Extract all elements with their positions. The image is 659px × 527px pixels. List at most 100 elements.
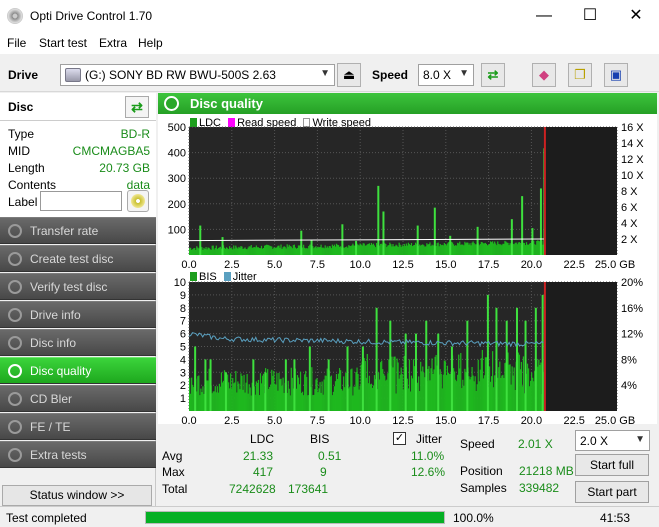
refresh-icon: ⇄ bbox=[487, 67, 499, 82]
menu-start-test[interactable]: Start test bbox=[39, 36, 87, 50]
ldc-bar bbox=[337, 245, 340, 255]
status-window-button[interactable]: Status window >> bbox=[2, 485, 152, 506]
bis-bar bbox=[364, 361, 366, 411]
nav-item-verify-test-disc[interactable]: Verify test disc bbox=[0, 273, 156, 300]
nav-item-cd-bler[interactable]: CD Bler bbox=[0, 385, 156, 412]
nav-item-drive-info[interactable]: Drive info bbox=[0, 301, 156, 328]
ldc-bar bbox=[373, 245, 376, 255]
menu-extra[interactable]: Extra bbox=[99, 36, 127, 50]
bis-bar bbox=[430, 368, 432, 411]
bis-bar bbox=[222, 380, 225, 411]
nav-item-label: FE / TE bbox=[30, 420, 71, 434]
ldc-bar bbox=[370, 242, 373, 255]
ldc-spike bbox=[355, 240, 358, 255]
refresh-speed-button[interactable]: ⇄ bbox=[481, 63, 505, 87]
ldc-bar bbox=[501, 245, 503, 255]
bis-bar bbox=[406, 378, 408, 411]
maximize-button[interactable]: ☐ bbox=[567, 0, 613, 32]
bis-spike bbox=[293, 359, 296, 411]
ldc-bar bbox=[507, 242, 509, 255]
nav-item-extra-tests[interactable]: Extra tests bbox=[0, 441, 156, 468]
bis-bar bbox=[396, 358, 398, 411]
refresh-disc-button[interactable]: ⇄ bbox=[125, 96, 149, 118]
ldc-bar bbox=[324, 245, 326, 255]
test-speed-select[interactable]: 2.0 X ▼ bbox=[575, 430, 650, 451]
jitter-checkbox[interactable]: ✓ bbox=[393, 432, 406, 445]
ldc-bar bbox=[536, 241, 538, 255]
bis-bar bbox=[439, 369, 441, 411]
bis-bar bbox=[214, 386, 216, 411]
menu-file[interactable]: File bbox=[7, 36, 26, 50]
ldc-bar bbox=[358, 245, 360, 255]
bis-bar bbox=[192, 385, 194, 411]
nav-item-create-test-disc[interactable]: Create test disc bbox=[0, 245, 156, 272]
disc-header: Disc ⇄ bbox=[0, 93, 156, 121]
bis-bar bbox=[493, 387, 495, 411]
ldc-bar bbox=[470, 245, 472, 255]
nav-item-fe-te[interactable]: FE / TE bbox=[0, 413, 156, 440]
x-tick-label: 12.5 bbox=[392, 259, 413, 271]
ldc-bar bbox=[333, 244, 336, 255]
save-button[interactable]: ▣ bbox=[604, 63, 628, 87]
eraser-icon: ◆ bbox=[539, 67, 549, 82]
ldc-bar bbox=[474, 244, 476, 255]
bis-bar bbox=[243, 374, 245, 411]
ldc-bar bbox=[248, 246, 250, 255]
label-disc-button[interactable] bbox=[127, 190, 149, 212]
ldc-bar bbox=[319, 246, 321, 255]
bis-bar bbox=[270, 384, 272, 411]
ldc-bar bbox=[297, 245, 300, 255]
bis-bar bbox=[465, 372, 467, 411]
bis-bar bbox=[359, 385, 361, 411]
bis-bar bbox=[413, 366, 416, 411]
bis-bar bbox=[307, 395, 309, 411]
bis-bar bbox=[447, 372, 450, 411]
ldc-bar bbox=[290, 246, 292, 255]
ldc-bar bbox=[518, 242, 520, 255]
copy-button[interactable]: ❐ bbox=[568, 63, 592, 87]
ldc-bar bbox=[423, 245, 425, 255]
menu-help[interactable]: Help bbox=[138, 36, 163, 50]
bis-bar bbox=[271, 369, 273, 411]
bis-bar bbox=[380, 362, 382, 411]
bis-bar bbox=[483, 375, 486, 411]
start-part-button[interactable]: Start part bbox=[575, 481, 649, 503]
x-tick-label: 22.5 bbox=[563, 259, 584, 271]
erase-button[interactable]: ◆ bbox=[532, 63, 556, 87]
nav-item-transfer-rate[interactable]: Transfer rate bbox=[0, 217, 156, 244]
ldc-bar bbox=[406, 245, 408, 255]
minimize-button[interactable]: — bbox=[521, 0, 567, 32]
bis-bar bbox=[457, 374, 459, 411]
x-tick-label: 0.0 bbox=[181, 259, 196, 271]
bis-bar bbox=[530, 380, 532, 411]
bis-spike bbox=[450, 346, 453, 411]
ldc-bar bbox=[408, 244, 411, 255]
ldc-bar bbox=[326, 246, 328, 255]
ldc-bar bbox=[482, 243, 484, 255]
bis-bar bbox=[201, 392, 203, 411]
ldc-bar bbox=[294, 247, 297, 255]
bis-bar bbox=[531, 372, 533, 411]
bis-bar bbox=[236, 392, 238, 411]
bis-bar bbox=[462, 379, 464, 411]
bis-bar bbox=[295, 388, 298, 411]
ldc-bar bbox=[412, 245, 415, 255]
drive-select[interactable]: (G:) SONY BD RW BWU-500S 2.63 ▼ bbox=[60, 64, 335, 86]
bis-bar bbox=[351, 368, 353, 411]
bis-bar bbox=[315, 379, 317, 411]
ldc-bar bbox=[289, 246, 291, 255]
eject-button[interactable]: ⏏ bbox=[337, 63, 361, 87]
label-input[interactable] bbox=[40, 191, 122, 211]
ldc-bar bbox=[480, 241, 482, 255]
x-tick-label: 15.0 bbox=[435, 259, 456, 271]
ldc-bar bbox=[349, 245, 351, 255]
close-button[interactable]: ✕ bbox=[613, 0, 659, 32]
nav-item-disc-quality[interactable]: Disc quality bbox=[0, 357, 156, 384]
bis-bar bbox=[227, 374, 229, 411]
bis-bar bbox=[407, 388, 409, 411]
nav-item-disc-info[interactable]: Disc info bbox=[0, 329, 156, 356]
speed-select[interactable]: 8.0 X ▼ bbox=[418, 64, 474, 86]
bis-spike bbox=[204, 359, 207, 411]
ldc-bar bbox=[492, 241, 494, 255]
start-full-button[interactable]: Start full bbox=[575, 454, 649, 476]
